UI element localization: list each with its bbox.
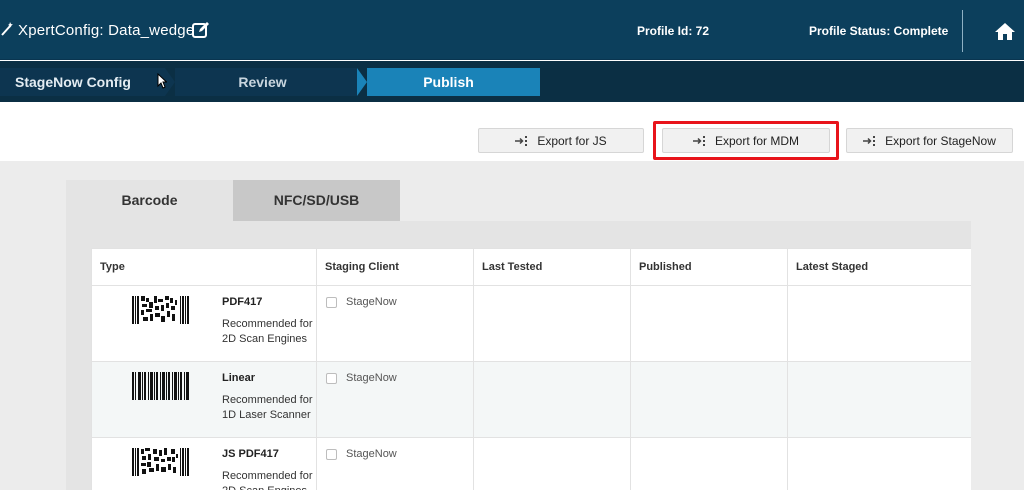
type-cell: PDF417 Recommended for 2D Scan Engines <box>92 286 317 362</box>
column-header-staging-client: Staging Client <box>317 249 474 286</box>
type-cell: Linear Recommended for 1D Laser Scanner <box>92 362 317 438</box>
staging-client-cell: StageNow <box>317 362 474 438</box>
staging-client-label: StageNow <box>346 448 397 460</box>
published-cell <box>631 286 788 362</box>
barcode-table: Type Staging Client Last Tested Publishe… <box>91 248 971 490</box>
tab-nfc-sd-usb[interactable]: NFC/SD/USB <box>233 180 400 221</box>
barcode-type-description: Recommended for 2D Scan Engines <box>222 318 313 345</box>
last-tested-cell <box>474 438 631 490</box>
stagenow-checkbox[interactable] <box>326 373 337 384</box>
wizard-steps: StageNow Config Review Publish <box>0 61 1024 102</box>
stagenow-checkbox[interactable] <box>326 449 337 460</box>
export-icon <box>863 135 876 146</box>
staging-client-label: StageNow <box>346 296 397 308</box>
page-title: XpertConfig: Data_wedge <box>18 22 195 39</box>
table-row: JS PDF417 Recommended for 2D Scan Engine… <box>92 438 971 490</box>
export-stagenow-button[interactable]: Export for StageNow <box>846 128 1013 153</box>
step-stagenow-config[interactable]: StageNow Config <box>0 68 185 96</box>
latest-staged-cell <box>788 438 971 490</box>
column-header-published: Published <box>631 249 788 286</box>
type-cell: JS PDF417 Recommended for 2D Scan Engine… <box>92 438 317 490</box>
table-row: Linear Recommended for 1D Laser Scanner … <box>92 362 971 438</box>
export-stagenow-label: Export for StageNow <box>885 133 996 148</box>
edit-icon[interactable] <box>191 20 211 40</box>
magic-wand-icon <box>1 22 13 36</box>
published-cell <box>631 362 788 438</box>
linear-barcode-image <box>132 372 189 400</box>
published-cell <box>631 438 788 490</box>
mouse-cursor-icon <box>157 73 167 89</box>
pdf417-barcode-image <box>132 296 189 324</box>
column-header-latest-staged: Latest Staged <box>788 249 971 286</box>
last-tested-cell <box>474 362 631 438</box>
last-tested-cell <box>474 286 631 362</box>
home-icon[interactable] <box>994 21 1016 41</box>
tab-barcode[interactable]: Barcode <box>66 180 233 221</box>
column-header-last-tested: Last Tested <box>474 249 631 286</box>
export-icon <box>515 135 528 146</box>
step-review[interactable]: Review <box>165 68 370 96</box>
export-js-label: Export for JS <box>537 133 607 148</box>
latest-staged-cell <box>788 286 971 362</box>
table-row: PDF417 Recommended for 2D Scan Engines S… <box>92 286 971 362</box>
js-pdf417-barcode-image <box>132 448 189 476</box>
barcode-type-description: Recommended for 2D Scan Engines <box>222 470 313 490</box>
step-publish[interactable]: Publish <box>357 68 540 96</box>
barcode-type-name: PDF417 <box>222 296 263 308</box>
profile-id: Profile Id: 72 <box>637 24 710 38</box>
staging-client-label: StageNow <box>346 372 397 384</box>
barcode-type-name: JS PDF417 <box>222 448 279 460</box>
stagenow-checkbox[interactable] <box>326 297 337 308</box>
staging-client-cell: StageNow <box>317 438 474 490</box>
header-divider <box>962 10 963 52</box>
highlight-box <box>653 121 839 160</box>
latest-staged-cell <box>788 362 971 438</box>
staging-client-cell: StageNow <box>317 286 474 362</box>
profile-status: Profile Status: Complete <box>809 24 949 38</box>
column-header-type: Type <box>92 249 317 286</box>
barcode-type-name: Linear <box>222 372 256 384</box>
export-js-button[interactable]: Export for JS <box>478 128 644 153</box>
app-header: XpertConfig: Data_wedge Profile Id: 72 P… <box>0 0 1024 60</box>
barcode-type-description: Recommended for 1D Laser Scanner <box>222 394 313 421</box>
